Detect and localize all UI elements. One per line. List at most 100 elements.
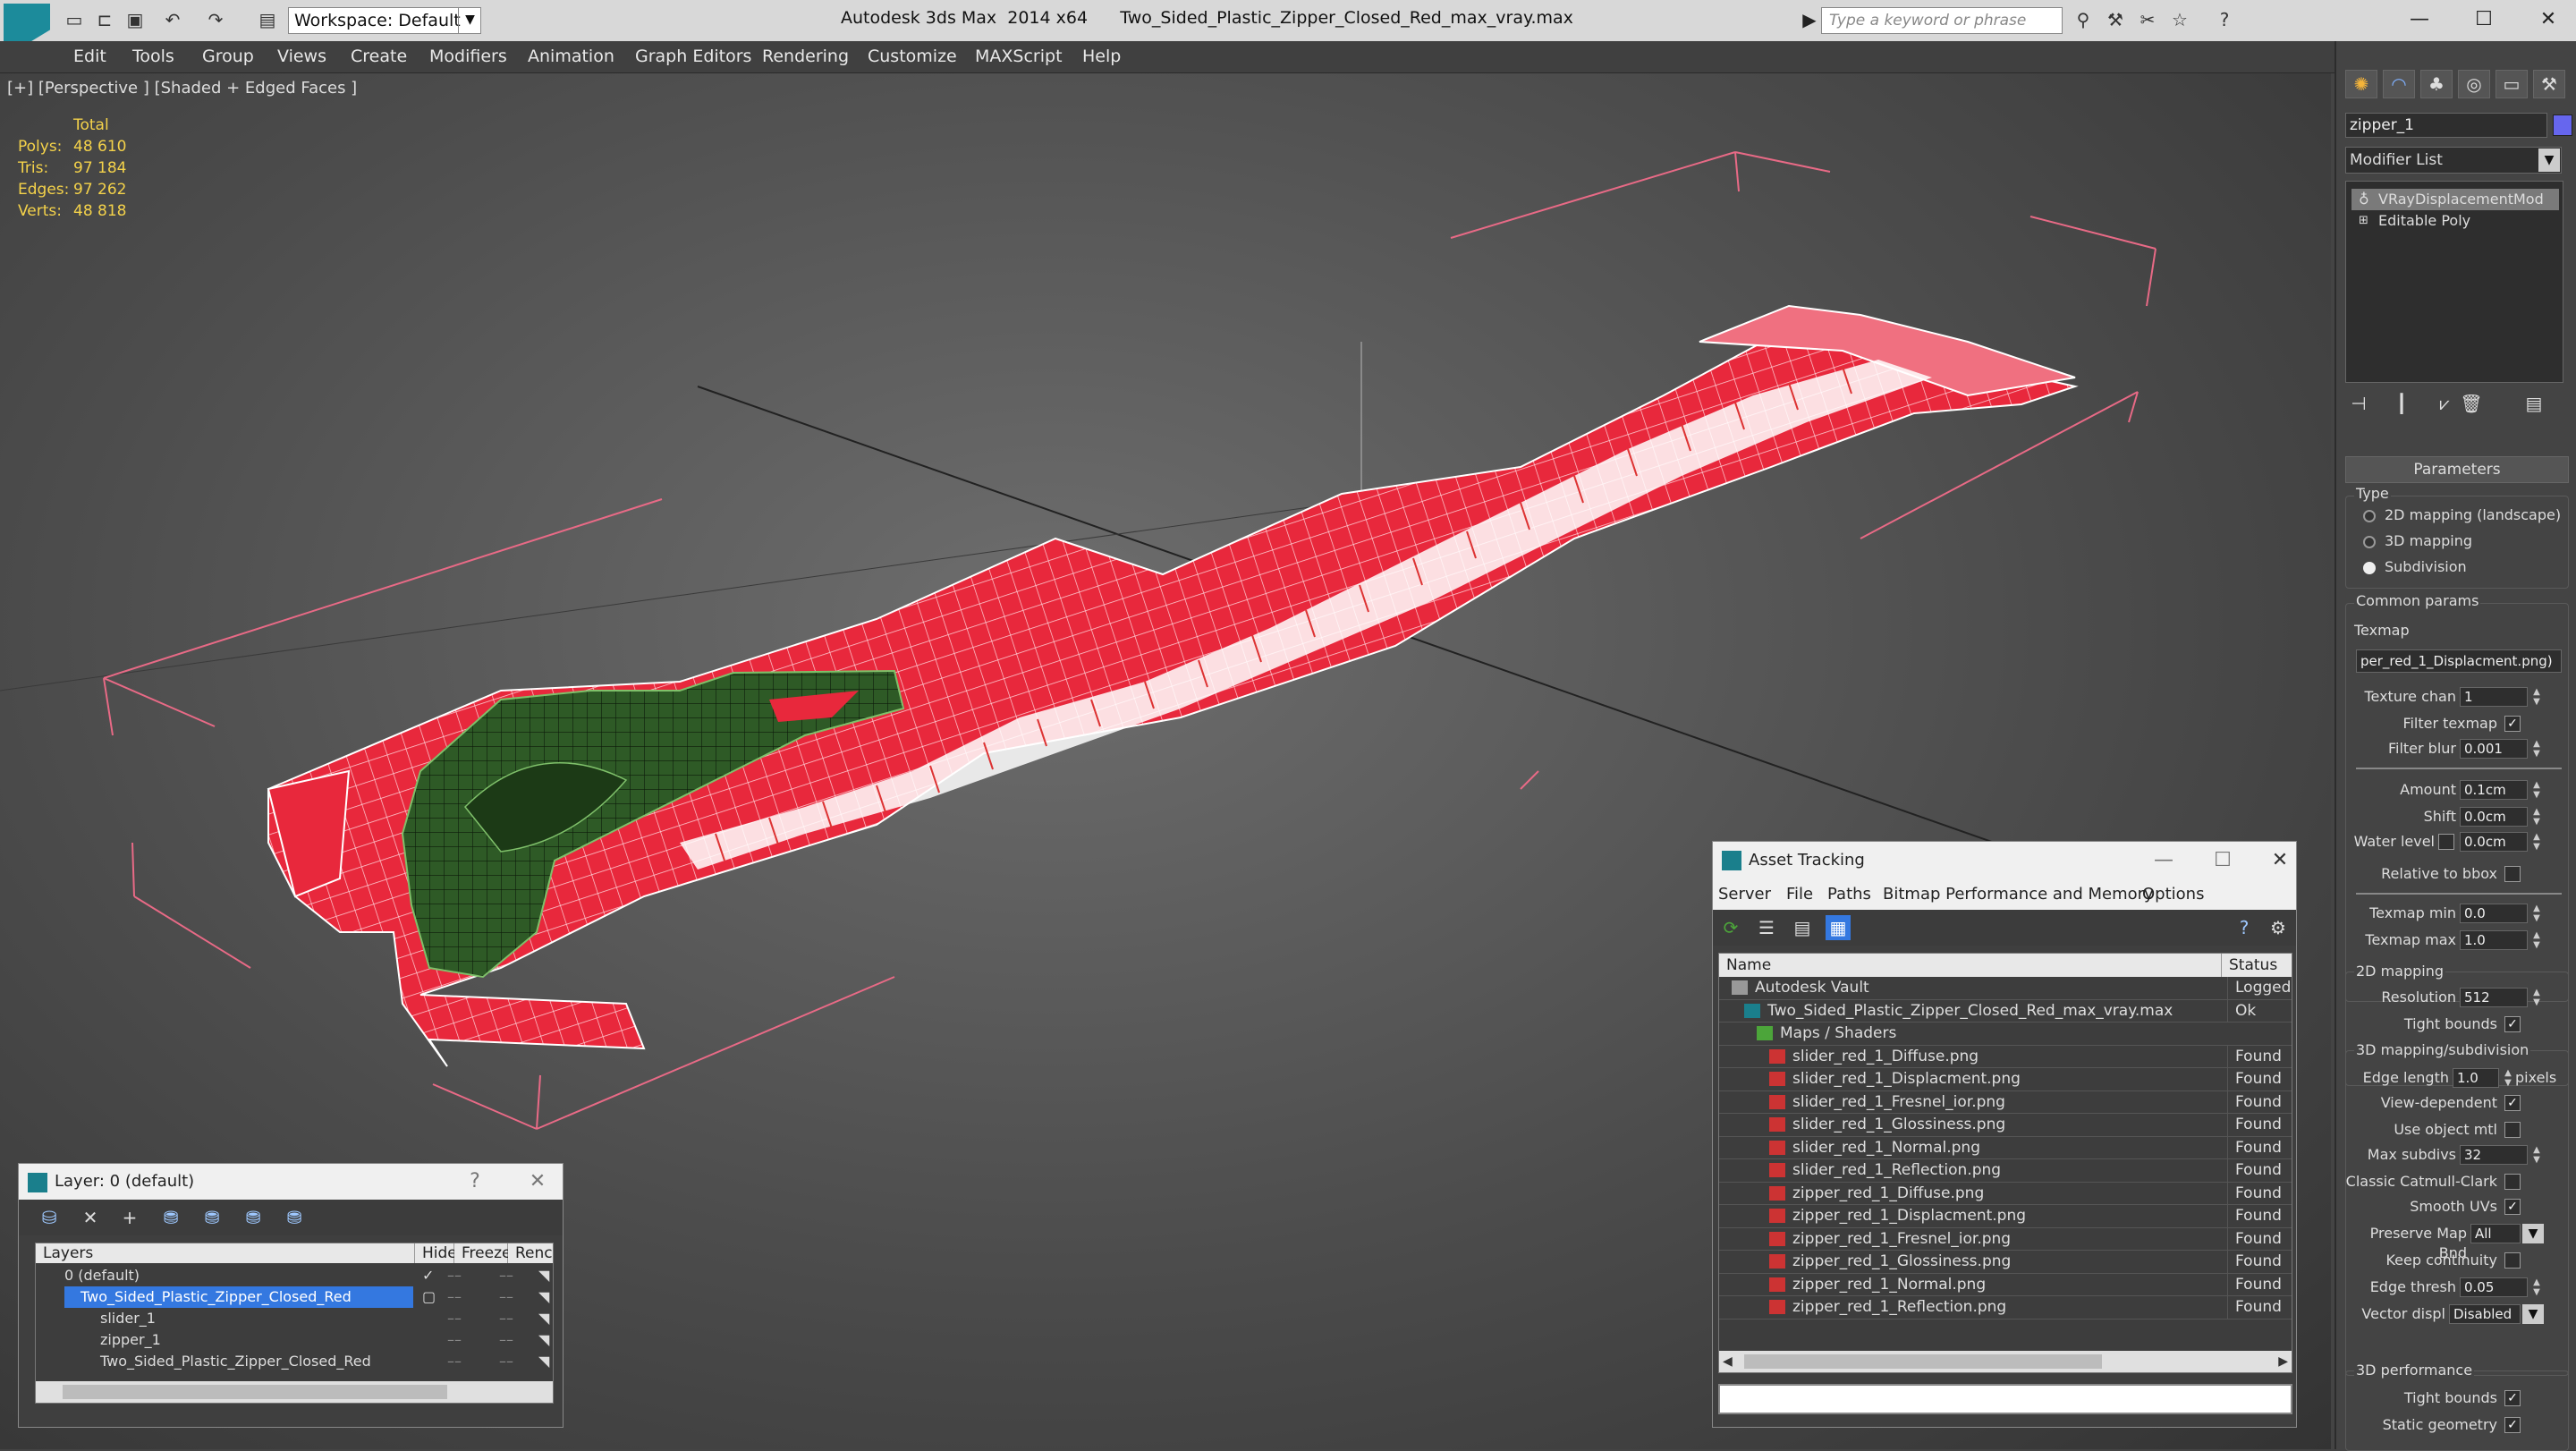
open-file-icon[interactable]: ⊏ (93, 9, 116, 30)
preserve-map-bnd-select[interactable]: All (2470, 1224, 2521, 1243)
view-dependent-checkbox[interactable]: ✓ (2504, 1095, 2521, 1111)
asset-row[interactable]: zipper_red_1_Reflection.png Found (1719, 1296, 2292, 1319)
expand-plus-icon[interactable]: ⊞ (2359, 210, 2368, 232)
edge-length-input[interactable]: 1.0 (2453, 1068, 2499, 1088)
stack-item-editable-poly[interactable]: ⊞ Editable Poly (2351, 210, 2559, 232)
layer-horizontal-scrollbar[interactable] (36, 1381, 553, 1403)
asset-row[interactable]: Two_Sided_Plastic_Zipper_Closed_Red_max_… (1719, 999, 2292, 1022)
app-logo-icon[interactable] (4, 4, 50, 41)
asset-row[interactable]: slider_red_1_Normal.png Found (1719, 1136, 2292, 1159)
static-geometry-checkbox[interactable]: ✓ (2504, 1417, 2521, 1433)
list-view-icon[interactable]: ☰ (1754, 915, 1779, 940)
filter-texmap-checkbox[interactable]: ✓ (2504, 716, 2521, 732)
asset-row[interactable]: zipper_red_1_Normal.png Found (1719, 1273, 2292, 1296)
current-layer-icon[interactable]: ▢ (422, 1286, 436, 1308)
help-icon[interactable]: ? (2213, 9, 2236, 30)
favorites-star-icon[interactable]: ☆ (2168, 9, 2191, 30)
communication-icon[interactable]: ✂ (2136, 9, 2159, 30)
menu-server[interactable]: Server (1718, 885, 1771, 904)
make-unique-icon[interactable]: ⩗ (2431, 390, 2458, 417)
radio-subdivision[interactable]: Subdivision (2363, 558, 2467, 576)
freeze-toggle[interactable]: –– (499, 1308, 513, 1329)
redo-icon[interactable]: ↷ (204, 9, 227, 30)
column-header-render[interactable]: Renc (508, 1243, 553, 1263)
object-name-field[interactable]: zipper_1 (2345, 113, 2547, 138)
search-input[interactable]: Type a keyword or phrase (1821, 7, 2063, 34)
layer-row[interactable]: Two_Sided_Plastic_Zipper_Closed_Red –– –– ◥ (36, 1351, 553, 1372)
menu-maxscript[interactable]: MAXScript (975, 47, 1063, 66)
minimize-icon[interactable]: — (2397, 4, 2442, 36)
menu-file[interactable]: File (1786, 885, 1813, 904)
scrollbar-thumb[interactable] (63, 1385, 447, 1399)
asset-row[interactable]: Maps / Shaders (1719, 1022, 2292, 1046)
asset-row[interactable]: zipper_red_1_Fresnel_ior.png Found (1719, 1227, 2292, 1251)
menu-modifiers[interactable]: Modifiers (429, 47, 507, 66)
menu-rendering[interactable]: Rendering (762, 47, 849, 66)
add-to-layer-icon[interactable]: + (117, 1205, 142, 1230)
menu-customize[interactable]: Customize (868, 47, 957, 66)
use-object-mtl-checkbox[interactable] (2504, 1122, 2521, 1138)
menu-create[interactable]: Create (351, 47, 407, 66)
project-folder-icon[interactable]: ▤ (256, 9, 279, 30)
chevron-down-icon[interactable]: ▼ (2522, 1304, 2544, 1324)
filter-blur-input[interactable]: 0.001 (2460, 739, 2528, 759)
save-icon[interactable]: ▣ (123, 9, 147, 30)
scroll-right-icon[interactable]: ▶ (2278, 1351, 2288, 1372)
maximize-icon[interactable]: ☐ (2205, 842, 2241, 879)
pin-stack-icon[interactable]: ⊣ (2345, 390, 2372, 417)
menu-bitmap-performance[interactable]: Bitmap Performance and Memory (1883, 885, 2154, 904)
column-header-name[interactable]: Name (1719, 954, 2222, 977)
asset-row[interactable]: slider_red_1_Reflection.png Found (1719, 1159, 2292, 1183)
radio-3d-mapping[interactable]: 3D mapping (2363, 532, 2472, 550)
chevron-down-icon[interactable]: ▼ (2522, 1224, 2544, 1243)
asset-row[interactable]: Autodesk Vault Logged O (1719, 977, 2292, 1000)
checkmark-icon[interactable]: ✓ (422, 1265, 434, 1286)
render-teapot-icon[interactable]: ◥ (538, 1308, 549, 1329)
utilities-tab-icon[interactable]: ⚒ (2533, 70, 2565, 98)
asset-row[interactable]: slider_red_1_Displacment.png Found (1719, 1068, 2292, 1091)
scrollbar-thumb[interactable] (1744, 1354, 2102, 1369)
amount-input[interactable]: 0.1cm (2460, 780, 2528, 800)
remove-modifier-icon[interactable]: 🗑 (2458, 390, 2485, 417)
menu-help[interactable]: Help (1082, 47, 1121, 66)
chevron-down-icon[interactable]: ▼ (458, 7, 481, 34)
texmap-max-input[interactable]: 1.0 (2460, 930, 2528, 950)
close-icon[interactable]: ✕ (520, 1164, 555, 1200)
column-header-status[interactable]: Status (2222, 954, 2292, 977)
asset-row[interactable]: slider_red_1_Fresnel_ior.png Found (1719, 1090, 2292, 1114)
texmap-min-input[interactable]: 0.0 (2460, 904, 2528, 923)
new-layer-icon[interactable]: ⛁ (37, 1205, 62, 1230)
spinner-icon[interactable]: ▲ ▼ (2531, 807, 2542, 827)
display-tab-icon[interactable]: ▭ (2496, 70, 2528, 98)
highlight-layer-icon[interactable]: ⛃ (199, 1205, 225, 1230)
spinner-icon[interactable]: ▲ ▼ (2531, 739, 2542, 759)
freeze-all-icon[interactable]: ⛃ (282, 1205, 307, 1230)
spinner-icon[interactable]: ▲ ▼ (2531, 780, 2542, 800)
create-tab-icon[interactable]: ✺ (2345, 70, 2377, 98)
menu-group[interactable]: Group (202, 47, 254, 66)
freeze-toggle[interactable]: –– (499, 1286, 513, 1308)
classic-catmull-clark-checkbox[interactable] (2504, 1174, 2521, 1190)
asset-horizontal-scrollbar[interactable]: ◀ ▶ (1719, 1351, 2292, 1372)
subscription-icon[interactable]: ⚒ (2104, 9, 2127, 30)
modifier-list-dropdown[interactable]: Modifier List (2345, 147, 2562, 174)
viewport-label[interactable]: [+] [Perspective ] [Shaded + Edged Faces… (7, 79, 357, 98)
hide-toggle[interactable]: –– (447, 1265, 462, 1286)
radio-dot-icon[interactable] (2363, 535, 2376, 548)
bulb-icon[interactable]: ♁ (2359, 189, 2369, 210)
asset-row[interactable]: zipper_red_1_Displacment.png Found (1719, 1205, 2292, 1228)
chevron-down-icon[interactable]: ▼ (2538, 148, 2560, 172)
show-end-result-icon[interactable]: ┃ (2388, 390, 2415, 417)
spinner-icon[interactable]: ▲ ▼ (2531, 687, 2542, 707)
binoculars-icon[interactable]: ⚲ (2072, 9, 2095, 30)
search-arrow-icon[interactable]: ▶ (1798, 9, 1821, 30)
close-icon[interactable]: ✕ (2526, 4, 2571, 36)
spinner-icon[interactable]: ▲ ▼ (2531, 1277, 2542, 1297)
menu-paths[interactable]: Paths (1827, 885, 1871, 904)
column-header-hide[interactable]: Hide (415, 1243, 457, 1263)
texmap-button[interactable]: per_red_1_Displacment.png) (2356, 649, 2562, 673)
hide-toggle[interactable]: –– (447, 1329, 462, 1351)
water-level-input[interactable]: 0.0cm (2460, 832, 2528, 852)
tight-bounds-checkbox[interactable]: ✓ (2504, 1016, 2521, 1032)
select-objects-icon[interactable]: ⛃ (158, 1205, 183, 1230)
